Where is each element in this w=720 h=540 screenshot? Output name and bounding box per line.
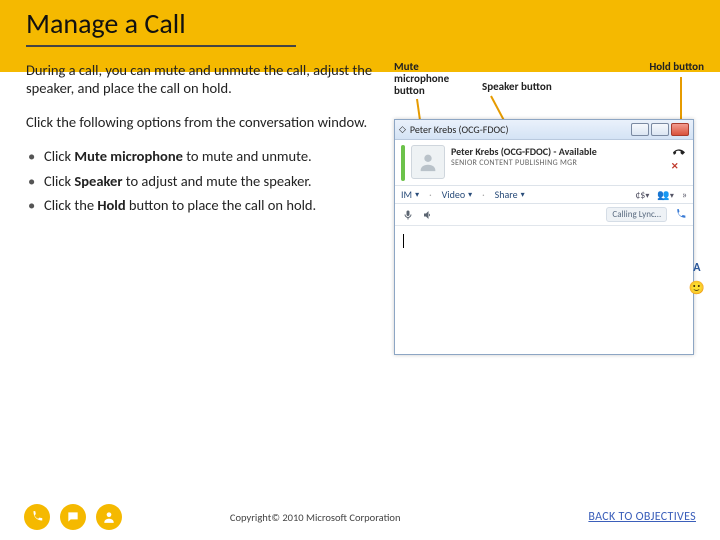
contact-text: Peter Krebs (OCG-FDOC) - Available SENIO… bbox=[451, 145, 597, 168]
avatar bbox=[411, 145, 445, 179]
bullet-text: Click Speaker to adjust and mute the spe… bbox=[44, 172, 376, 190]
call-toolbar: Calling Lync… bbox=[395, 204, 693, 226]
speaker-icon bbox=[422, 209, 434, 221]
contact-role: SENIOR CONTENT PUBLISHING MGR bbox=[451, 158, 597, 168]
font-format-button[interactable]: A bbox=[693, 261, 700, 275]
contact-header: Peter Krebs (OCG-FDOC) - Available SENIO… bbox=[395, 140, 693, 185]
copyright-text: Copyright© 2010 Microsoft Corporation bbox=[42, 511, 588, 524]
close-button[interactable] bbox=[671, 123, 689, 136]
bullet-text: Click Mute microphone to mute and unmute… bbox=[44, 147, 376, 165]
bullet-marker: • bbox=[28, 172, 44, 190]
window-buttons bbox=[631, 123, 689, 136]
bullet-item: • Click Speaker to adjust and mute the s… bbox=[28, 172, 376, 190]
right-column: Mute microphone button Speaker button Ho… bbox=[394, 61, 708, 220]
left-column: During a call, you can mute and unmute t… bbox=[26, 61, 376, 220]
slide: Manage a Call During a call, you can mut… bbox=[0, 0, 720, 540]
message-area[interactable] bbox=[395, 226, 693, 354]
hold-phone-icon bbox=[674, 208, 687, 221]
chevron-down-icon: ▾ bbox=[415, 190, 419, 200]
microphone-icon bbox=[402, 209, 414, 221]
hangup-button[interactable]: ✕ bbox=[671, 145, 687, 172]
phone-icon bbox=[671, 145, 687, 157]
maximize-button[interactable] bbox=[651, 123, 669, 136]
bullet-text: Click the Hold button to place the call … bbox=[44, 196, 376, 214]
emoji-button[interactable]: 🙂 bbox=[689, 281, 705, 296]
tabs-row: IM ▾ · Video ▾ · Share ▾ ¢$▾ 👥▾ » bbox=[395, 185, 693, 204]
bullet-item: • Click Mute microphone to mute and unmu… bbox=[28, 147, 376, 165]
mute-mic-button[interactable] bbox=[401, 208, 415, 222]
tab-share[interactable]: Share ▾ bbox=[495, 188, 525, 201]
tab-video[interactable]: Video ▾ bbox=[442, 188, 473, 201]
hold-button[interactable] bbox=[673, 208, 687, 222]
close-icon: ✕ bbox=[671, 161, 687, 172]
intro-paragraph: During a call, you can mute and unmute t… bbox=[26, 61, 376, 97]
money-icon[interactable]: ¢$▾ bbox=[635, 188, 649, 201]
speaker-button[interactable] bbox=[421, 208, 435, 222]
minimize-button[interactable] bbox=[631, 123, 649, 136]
lync-icon: ◇ bbox=[399, 124, 406, 135]
bullet-marker: • bbox=[28, 147, 44, 165]
chevron-down-icon: ▾ bbox=[521, 190, 525, 200]
calling-status: Calling Lync… bbox=[606, 207, 667, 222]
chevron-down-icon: ▾ bbox=[468, 190, 472, 200]
bullet-marker: • bbox=[28, 196, 44, 214]
text-cursor bbox=[403, 234, 404, 248]
back-to-objectives-link[interactable]: BACK TO OBJECTIVES bbox=[588, 510, 696, 524]
conversation-window: ◇ Peter Krebs (OCG-FDOC) Peter Krebs (OC… bbox=[394, 119, 694, 355]
contact-name: Peter Krebs (OCG-FDOC) - Available bbox=[451, 145, 597, 158]
person-icon bbox=[417, 151, 439, 173]
side-format-strip: A 🙂 bbox=[689, 261, 705, 296]
bullet-item: • Click the Hold button to place the cal… bbox=[28, 196, 376, 214]
label-speaker: Speaker button bbox=[482, 81, 572, 93]
presence-indicator bbox=[401, 145, 405, 181]
window-title: Peter Krebs (OCG-FDOC) bbox=[410, 123, 627, 136]
label-hold: Hold button bbox=[634, 61, 704, 73]
label-mute-mic: Mute microphone button bbox=[394, 61, 464, 97]
tab-right-icons: ¢$▾ 👥▾ » bbox=[635, 188, 687, 201]
footer: Copyright© 2010 Microsoft Corporation BA… bbox=[0, 504, 720, 530]
bullet-list: • Click Mute microphone to mute and unmu… bbox=[26, 147, 376, 213]
window-titlebar: ◇ Peter Krebs (OCG-FDOC) bbox=[395, 120, 693, 140]
content-area: During a call, you can mute and unmute t… bbox=[0, 47, 720, 220]
expand-icon[interactable]: » bbox=[682, 188, 687, 201]
click-prompt: Click the following options from the con… bbox=[26, 113, 376, 131]
tab-im[interactable]: IM ▾ bbox=[401, 188, 419, 201]
page-title: Manage a Call bbox=[26, 6, 186, 41]
people-icon[interactable]: 👥▾ bbox=[657, 188, 673, 201]
